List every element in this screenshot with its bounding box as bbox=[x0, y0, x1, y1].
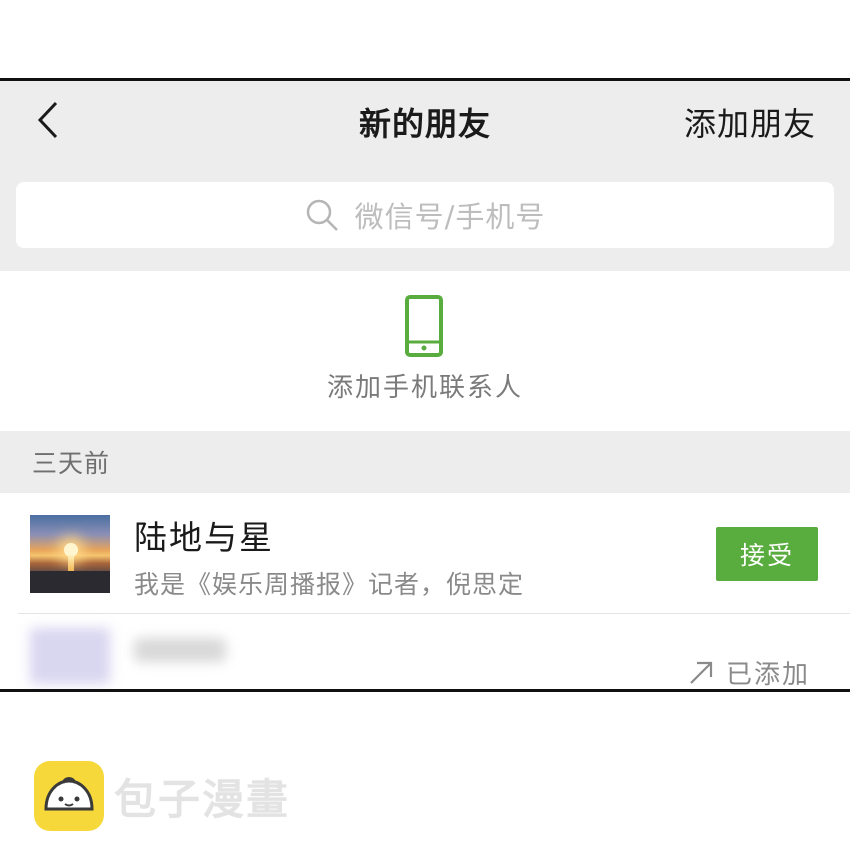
bun-face-icon bbox=[44, 777, 94, 811]
chevron-left-icon bbox=[37, 101, 58, 139]
section-label: 三天前 bbox=[32, 449, 111, 478]
search-input[interactable]: 微信号/手机号 bbox=[16, 182, 834, 248]
add-phone-contacts-label: 添加手机联系人 bbox=[326, 373, 523, 403]
add-phone-contacts-button[interactable]: 添加手机联系人 bbox=[0, 271, 850, 429]
bun-logo-icon bbox=[34, 761, 104, 831]
back-button[interactable] bbox=[28, 97, 68, 143]
new-friends-screen: 新的朋友 添加朋友 微信号/手机号 添加手机联系人 三天前 陆地与星 我是《娱乐… bbox=[0, 78, 850, 692]
added-status-label: 已添加 bbox=[726, 660, 811, 690]
watermark: 包子漫畫 bbox=[34, 760, 290, 832]
friend-request-row-blurred[interactable]: 已添加 bbox=[0, 614, 850, 690]
top-bar: 新的朋友 添加朋友 微信号/手机号 bbox=[0, 81, 850, 271]
avatar bbox=[30, 515, 110, 593]
section-header: 三天前 bbox=[0, 431, 850, 493]
avatar-shore bbox=[30, 571, 110, 593]
accept-button[interactable]: 接受 bbox=[716, 527, 818, 581]
search-icon bbox=[306, 199, 338, 231]
request-message: 我是《娱乐周播报》记者，倪思定 bbox=[134, 570, 525, 599]
added-status: 已添加 bbox=[688, 654, 811, 690]
arrow-up-right-icon bbox=[690, 661, 713, 684]
search-placeholder: 微信号/手机号 bbox=[354, 200, 546, 234]
blurred-avatar bbox=[30, 628, 110, 684]
add-friend-button[interactable]: 添加朋友 bbox=[684, 99, 816, 145]
phone-icon bbox=[405, 295, 443, 357]
request-name: 陆地与星 bbox=[134, 518, 274, 557]
friend-request-row[interactable]: 陆地与星 我是《娱乐周播报》记者，倪思定 接受 bbox=[0, 493, 850, 613]
watermark-text: 包子漫畫 bbox=[114, 774, 291, 824]
blurred-name bbox=[134, 638, 226, 662]
